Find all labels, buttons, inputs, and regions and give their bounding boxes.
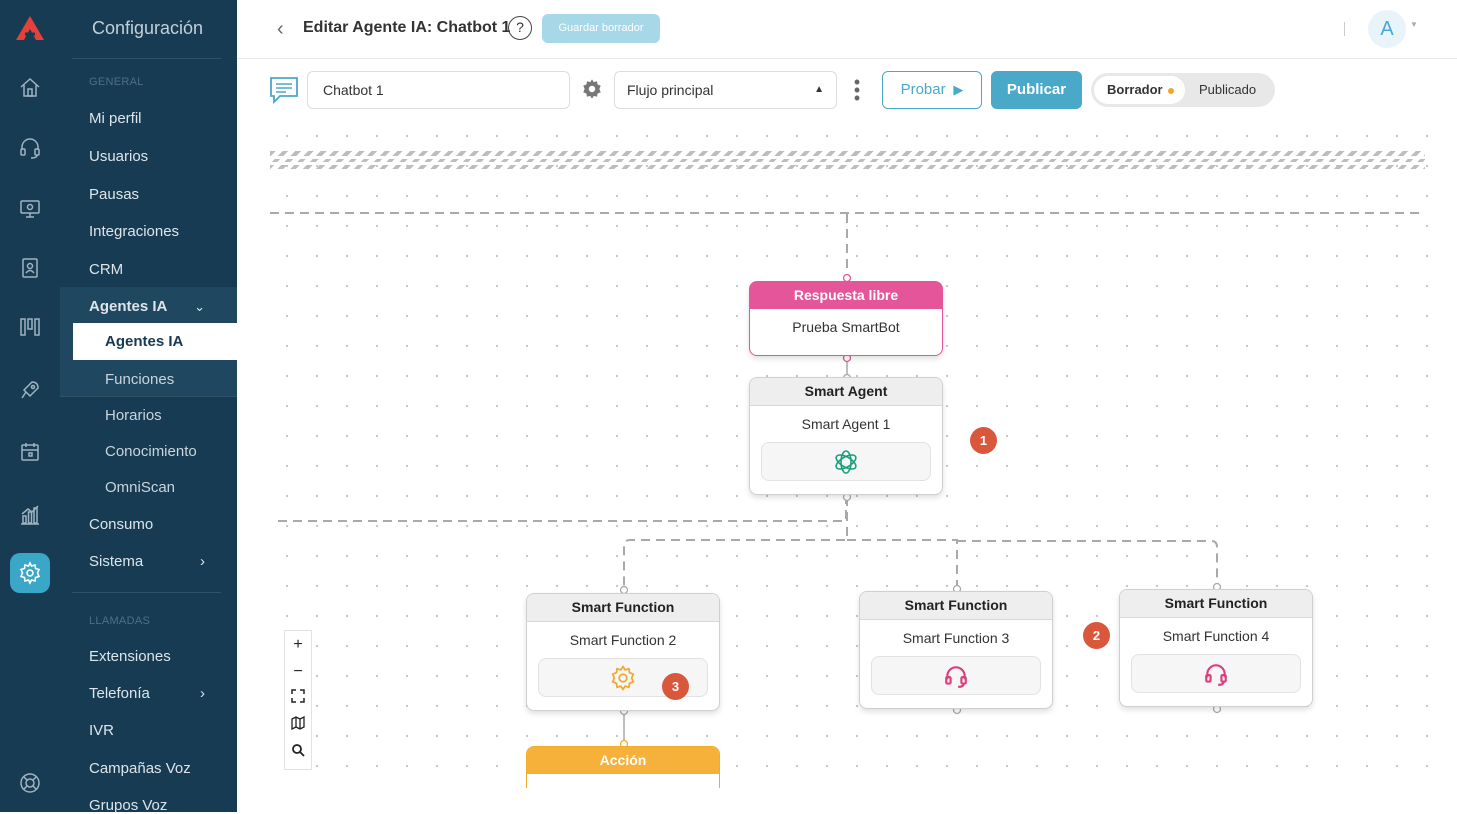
divider	[72, 58, 221, 59]
menu-item-grupos-voz[interactable]: Grupos Voz	[89, 797, 167, 814]
kanban-icon[interactable]	[18, 315, 42, 339]
node-smart-function-3[interactable]: Smart Function Smart Function 3	[859, 591, 1053, 709]
menu-item-integraciones[interactable]: Integraciones	[89, 223, 179, 240]
support-lifebuoy-icon[interactable]	[18, 771, 42, 795]
divider	[72, 592, 221, 593]
status-draft-option[interactable]: Borrador	[1094, 76, 1185, 104]
search-icon[interactable]	[285, 739, 311, 766]
play-icon: ▶	[949, 82, 964, 97]
node-header: Smart Function	[860, 592, 1052, 620]
zoom-controls: + −	[284, 630, 312, 770]
step-badge: 1	[970, 427, 997, 454]
openai-icon	[761, 442, 931, 481]
node-body: Smart Function 2	[569, 632, 677, 648]
node-body: Prueba SmartBot	[792, 319, 900, 335]
submenu-item-funciones[interactable]: Funciones	[105, 371, 174, 388]
step-badge: 2	[1083, 622, 1110, 649]
node-free-response[interactable]: Respuesta libre Prueba SmartBot	[749, 281, 943, 356]
avatar[interactable]: A	[1368, 10, 1406, 48]
monitor-icon[interactable]	[18, 197, 42, 221]
section-llamadas: LLAMADAS	[89, 615, 151, 627]
node-smart-function-2[interactable]: Smart Function Smart Function 2	[526, 593, 720, 711]
calendar-icon[interactable]	[18, 440, 42, 464]
node-header: Smart Function	[1120, 590, 1312, 618]
icon-rail	[0, 0, 60, 812]
headset-icon[interactable]	[18, 136, 42, 160]
menu-item-campanas-voz[interactable]: Campañas Voz	[89, 760, 191, 777]
menu-item-crm[interactable]: CRM	[89, 261, 123, 278]
node-header: Respuesta libre	[750, 282, 942, 309]
save-draft-button[interactable]: Guardar borrador	[542, 14, 660, 43]
gear-icon[interactable]	[581, 78, 603, 100]
publish-button[interactable]: Publicar	[991, 71, 1082, 109]
submenu-item-horarios[interactable]: Horarios	[105, 407, 162, 424]
home-icon[interactable]	[18, 76, 42, 100]
flow-select-value: Flujo principal	[627, 82, 714, 98]
status-toggle[interactable]: Borrador Publicado	[1091, 73, 1275, 107]
node-header: Smart Function	[527, 594, 719, 622]
section-general: GENERAL	[89, 76, 144, 88]
node-header: Acción	[527, 747, 719, 774]
select-arrows-icon: ▲	[814, 84, 824, 95]
settings-menu: Configuración GENERAL Mi perfil Usuarios…	[60, 0, 237, 814]
step-badge: 3	[662, 673, 689, 700]
headset-icon	[1131, 654, 1301, 693]
node-body: Smart Agent 1	[801, 416, 891, 432]
menu-item-sistema[interactable]: Sistema	[89, 553, 143, 570]
more-options-icon[interactable]: • • •	[850, 73, 864, 107]
status-dot	[1167, 87, 1174, 94]
menu-item-ivr[interactable]: IVR	[89, 722, 114, 739]
menu-title: Configuración	[92, 18, 204, 38]
menu-item-usuarios[interactable]: Usuarios	[89, 148, 148, 165]
test-button[interactable]: Probar ▶	[882, 71, 982, 109]
bot-name-input[interactable]: Chatbot 1	[307, 71, 570, 109]
node-body: Smart Function 3	[902, 630, 1010, 646]
node-header: Smart Agent	[750, 378, 942, 406]
test-button-label: Probar	[900, 81, 946, 98]
chevron-right-icon[interactable]: ›	[200, 685, 205, 702]
caret-down-icon[interactable]: ▼	[1410, 20, 1418, 29]
contacts-book-icon[interactable]	[18, 256, 42, 280]
node-smart-function-4[interactable]: Smart Function Smart Function 4	[1119, 589, 1313, 707]
submenu-item-agentes-ia[interactable]: Agentes IA	[105, 333, 183, 350]
minimap-icon[interactable]	[285, 712, 311, 739]
chat-bubble-icon	[270, 77, 298, 105]
node-smart-agent[interactable]: Smart Agent Smart Agent 1	[749, 377, 943, 495]
zoom-in-button[interactable]: +	[285, 631, 311, 658]
canvas-hatch-band	[270, 151, 1425, 169]
chevron-down-icon[interactable]: ⌄	[194, 299, 205, 315]
menu-item-telefonia[interactable]: Telefonía	[89, 685, 150, 702]
menu-item-pausas[interactable]: Pausas	[89, 186, 139, 203]
menu-item-extensiones[interactable]: Extensiones	[89, 648, 171, 665]
chart-icon[interactable]	[18, 503, 42, 527]
help-button[interactable]: ?	[508, 16, 532, 40]
headset-icon	[871, 656, 1041, 695]
menu-item-consumo[interactable]: Consumo	[89, 516, 153, 533]
fit-view-icon[interactable]	[285, 685, 311, 712]
zoom-out-button[interactable]: −	[285, 658, 311, 685]
status-published-option[interactable]: Publicado	[1199, 76, 1256, 104]
menu-item-mi-perfil[interactable]: Mi perfil	[89, 110, 142, 127]
settings-icon[interactable]	[10, 553, 50, 593]
node-body: Smart Function 4	[1162, 628, 1270, 644]
page-title: Editar Agente IA: Chatbot 1	[303, 19, 511, 36]
menu-group-agentes-ia[interactable]: Agentes IA	[89, 298, 167, 315]
submenu-item-conocimiento[interactable]: Conocimiento	[105, 443, 197, 460]
brand-logo-icon	[16, 16, 44, 40]
back-arrow-icon[interactable]: ‹	[277, 18, 284, 41]
submenu-item-omniscan[interactable]: OmniScan	[105, 479, 175, 496]
chevron-right-icon[interactable]: ›	[200, 553, 205, 570]
node-action[interactable]: Acción	[526, 746, 720, 788]
divider	[60, 396, 237, 397]
rocket-icon[interactable]	[18, 378, 42, 402]
flow-select[interactable]: Flujo principal ▲	[614, 71, 837, 109]
divider	[1344, 22, 1345, 36]
